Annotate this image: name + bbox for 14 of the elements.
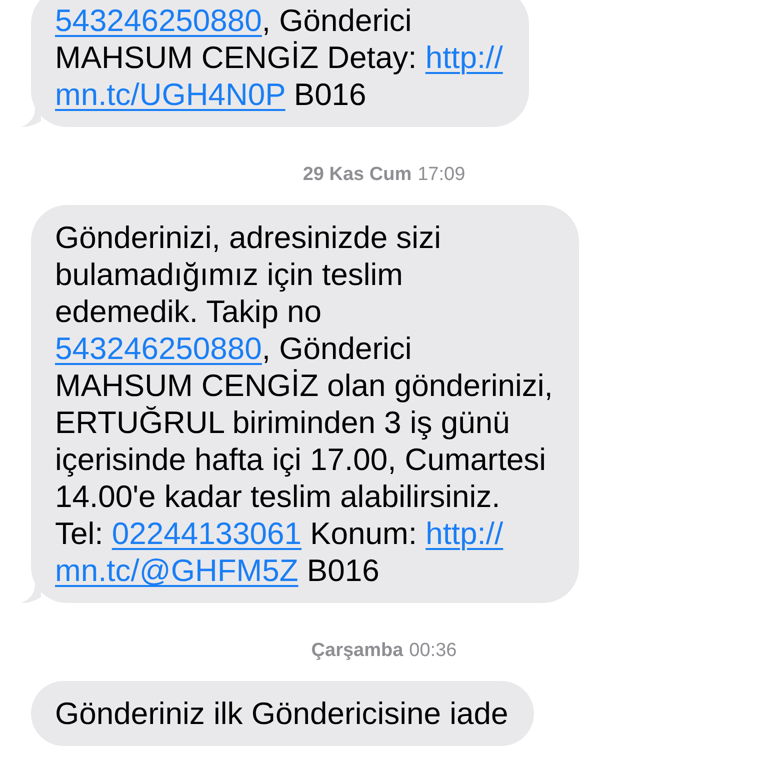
link[interactable]: mn.tc/UGH4N0P [55,77,286,112]
message-text: Gönderinizi, adresinizde sizi bulamadığımız için teslim edemedik. Takip no 543246250880, Gönderici MAHSUM CENGİZ olan gönderinizi, ERTUĞRUL biriminden 3 iş günü içerisinde hafta içi 17.00, Cumartesi 14.00'e kadar teslim alabilirsiniz. Tel: 02244133061 Konum: http:// mn.tc/@GHFM5Z B016 [55,219,553,589]
message-text: 543246250880, Gönderici MAHSUM CENGİZ Detay: http:// mn.tc/UGH4N0P B016 [55,2,503,113]
link[interactable]: 543246250880 [55,331,262,366]
link[interactable]: 02244133061 [112,516,302,551]
message-text: Gönderiniz ilk Göndericisine iade [55,695,508,732]
message-date: 29 Kas Cum [302,164,412,185]
link[interactable]: http:// [426,516,504,551]
message-time: 00:36 [409,640,457,661]
link[interactable]: 543246250880 [55,3,262,38]
link[interactable]: http:// [425,40,503,75]
message-date: Çarşamba [311,640,404,661]
link[interactable]: mn.tc/@GHFM5Z [55,553,298,588]
message-time: 17:09 [418,164,466,185]
